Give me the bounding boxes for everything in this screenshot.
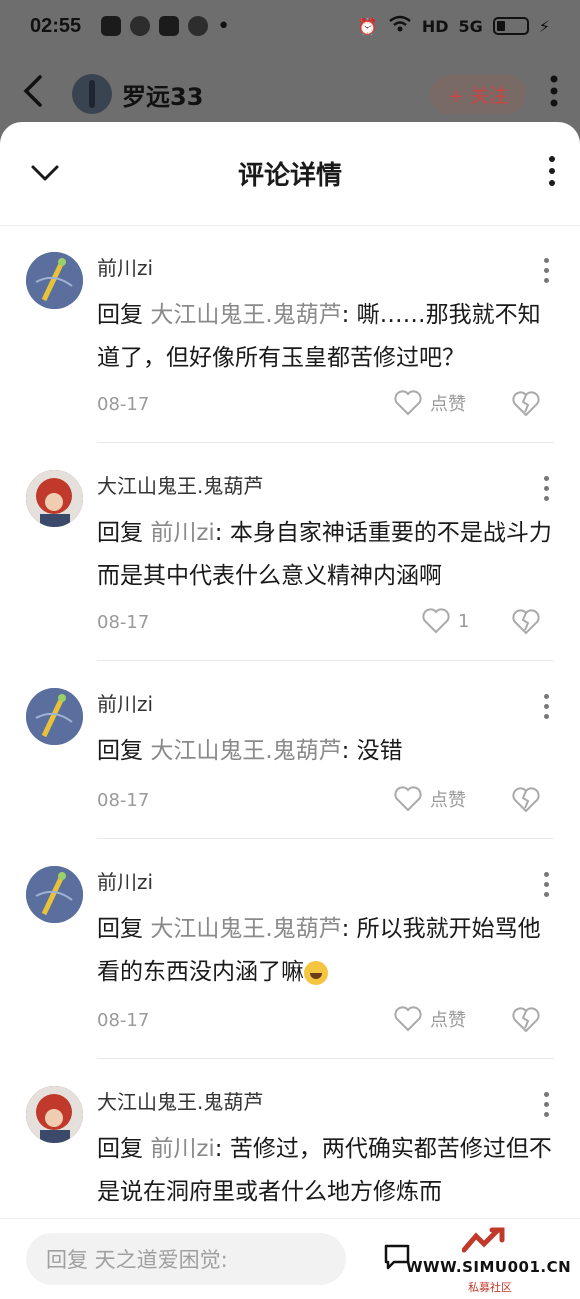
heart-icon: [422, 608, 450, 634]
like-label: 点赞: [430, 394, 466, 415]
broken-heart-icon[interactable]: [512, 608, 540, 636]
comment-detail-sheet: 评论详情 前川zi 回复 大江山鬼王.鬼葫芦: 嘶……那我就不知道了，但好像所有…: [0, 122, 580, 1299]
sheet-more-icon[interactable]: [548, 156, 556, 190]
user-name[interactable]: 罗远33: [122, 77, 203, 112]
crying-laugh-emoji-icon: [304, 960, 328, 985]
like-label: 点赞: [430, 1010, 466, 1031]
comment-author[interactable]: 大江山鬼王.鬼葫芦: [97, 1086, 263, 1115]
comment-author[interactable]: 前川zi: [97, 688, 153, 717]
reply-target-link[interactable]: 前川zi: [150, 1136, 214, 1162]
chevron-down-icon[interactable]: [30, 158, 60, 188]
avatar[interactable]: [26, 1086, 83, 1143]
reply-prefix: 回复: [97, 916, 151, 942]
comment-more-icon[interactable]: [542, 694, 550, 724]
avatar[interactable]: [26, 470, 83, 527]
comment-more-icon[interactable]: [542, 1092, 550, 1122]
reply-prefix: 回复: [97, 1136, 151, 1162]
avatar[interactable]: [26, 866, 83, 923]
comment-content: : 没错: [341, 738, 403, 764]
reply-target-link[interactable]: 大江山鬼王.鬼葫芦: [150, 738, 341, 764]
broken-heart-icon[interactable]: [512, 1006, 540, 1034]
comment-item: 前川zi 回复 大江山鬼王.鬼葫芦: 没错 08-17 点赞: [0, 662, 580, 840]
divider: [97, 838, 554, 839]
comment-item: 前川zi 回复 大江山鬼王.鬼葫芦: 嘶……那我就不知道了，但好像所有玉皇都苦修…: [0, 226, 580, 444]
comment-text: 回复 前川zi: 本身自家神话重要的不是战斗力而是其中代表什么意义精神内涵啊: [97, 512, 557, 598]
comment-item: 大江山鬼王.鬼葫芦 回复 前川zi: 苦修过，两代确实都苦修过但不是说在洞府里或…: [0, 1060, 580, 1220]
wifi-icon: [388, 15, 412, 37]
divider: [97, 660, 554, 661]
heart-icon: [394, 786, 422, 812]
like-count: 1: [458, 610, 470, 632]
heart-icon: [394, 1006, 422, 1032]
reply-prefix: 回复: [97, 520, 151, 546]
battery-icon: [492, 17, 529, 35]
status-right: ⏰ HD 5G ⚡: [358, 15, 550, 37]
watermark-url: WWW.SIMU001.CN: [406, 1258, 572, 1276]
app-notification-icon: [188, 16, 209, 36]
watermark-logo: WWW.SIMU001.CN 私募社区: [380, 1224, 580, 1299]
heart-icon: [394, 390, 422, 416]
baidu-notification-icon: [159, 16, 180, 36]
comment-author[interactable]: 前川zi: [97, 866, 153, 895]
reply-target-link[interactable]: 前川zi: [150, 520, 214, 546]
mail-notification-icon: [101, 16, 122, 36]
status-bar: 02:55 • ⏰ HD 5G ⚡: [0, 0, 580, 52]
comment-text: 回复 大江山鬼王.鬼葫芦: 嘶……那我就不知道了，但好像所有玉皇都苦修过吧？: [97, 294, 557, 380]
charging-icon: ⚡: [538, 16, 550, 36]
reply-prefix: 回复: [97, 738, 151, 764]
back-icon[interactable]: [22, 74, 44, 114]
comment-date: 08-17: [97, 790, 150, 811]
divider: [97, 1058, 554, 1059]
like-button[interactable]: 点赞: [394, 390, 466, 416]
like-button[interactable]: 点赞: [394, 786, 466, 812]
status-time: 02:55: [30, 14, 82, 37]
comment-item: 前川zi 回复 大江山鬼王.鬼葫芦: 所以我就开始骂他看的东西没内涵了嘛 08-…: [0, 840, 580, 1060]
reply-prefix: 回复: [97, 302, 151, 328]
hd-label: HD: [421, 16, 449, 36]
qq-notification-icon: [130, 16, 151, 36]
divider: [97, 442, 554, 443]
comment-more-icon[interactable]: [542, 476, 550, 506]
follow-button[interactable]: + 关注: [430, 74, 526, 114]
more-options-icon[interactable]: [550, 75, 558, 113]
reply-input[interactable]: 回复 天之道爱困觉:: [26, 1233, 346, 1285]
watermark-graphic: [462, 1227, 505, 1253]
comment-date: 08-17: [97, 612, 150, 633]
comment-item: 大江山鬼王.鬼葫芦 回复 前川zi: 本身自家神话重要的不是战斗力而是其中代表什…: [0, 444, 580, 662]
comment-date: 08-17: [97, 394, 150, 415]
avatar[interactable]: [72, 74, 112, 114]
comment-text: 回复 前川zi: 苦修过，两代确实都苦修过但不是说在洞府里或者什么地方修炼而: [97, 1128, 557, 1214]
like-label: 点赞: [430, 790, 466, 811]
comment-more-icon[interactable]: [542, 258, 550, 288]
comment-text: 回复 大江山鬼王.鬼葫芦: 所以我就开始骂他看的东西没内涵了嘛: [97, 908, 557, 994]
comment-text: 回复 大江山鬼王.鬼葫芦: 没错: [97, 730, 557, 773]
watermark-subtitle: 私募社区: [468, 1281, 512, 1294]
like-button[interactable]: 点赞: [394, 1006, 466, 1032]
comment-more-icon[interactable]: [542, 872, 550, 902]
sheet-header: 评论详情: [0, 122, 580, 226]
more-notifications-icon: •: [217, 13, 231, 39]
comment-author[interactable]: 大江山鬼王.鬼葫芦: [97, 470, 263, 499]
avatar[interactable]: [26, 688, 83, 745]
signal-label: 5G: [458, 16, 483, 36]
avatar[interactable]: [26, 252, 83, 309]
alarm-icon: ⏰: [357, 16, 378, 36]
broken-heart-icon[interactable]: [512, 786, 540, 814]
broken-heart-icon[interactable]: [512, 390, 540, 418]
like-button[interactable]: 1: [422, 608, 469, 634]
comment-author[interactable]: 前川zi: [97, 252, 153, 281]
reply-target-link[interactable]: 大江山鬼王.鬼葫芦: [150, 916, 341, 942]
page-title: 评论详情: [237, 161, 342, 191]
reply-target-link[interactable]: 大江山鬼王.鬼葫芦: [150, 302, 341, 328]
comment-date: 08-17: [97, 1010, 150, 1031]
